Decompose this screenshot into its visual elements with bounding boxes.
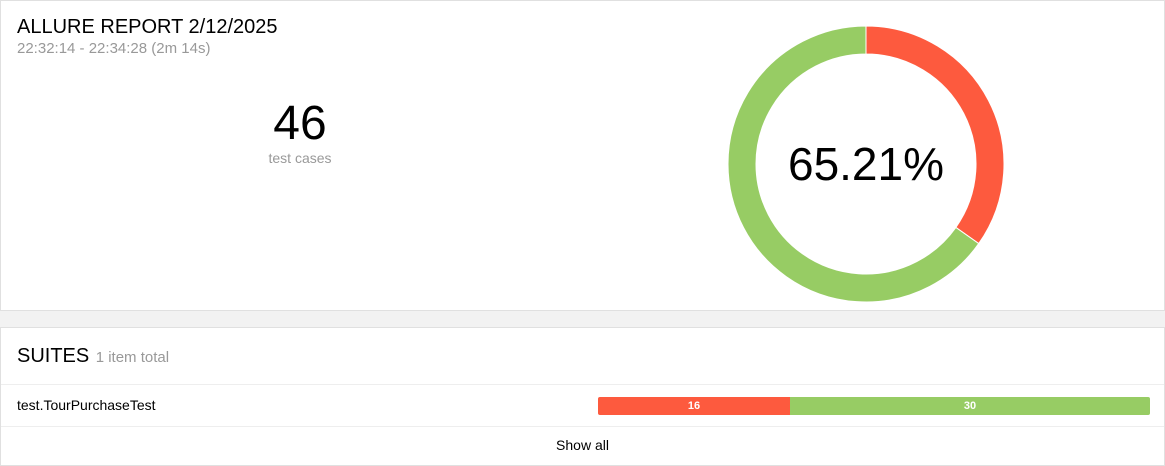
show-all-link[interactable]: Show all [1,437,1164,453]
suites-count: 1 item total [95,349,170,366]
report-time-range: 22:32:14 - 22:34:28 (2m 14s) [17,40,211,57]
table-row[interactable]: test.TourPurchaseTest 16 30 [1,385,1164,426]
summary-widget: ALLURE REPORT 2/12/2025 22:32:14 - 22:34… [0,0,1165,311]
test-case-count-label: test cases [268,150,332,166]
suites-title: SUITES [17,345,90,367]
passed-segment[interactable]: 30 [790,397,1150,415]
report-title: ALLURE REPORT 2/12/2025 [17,16,278,38]
suite-name: test.TourPurchaseTest [17,397,156,413]
suites-widget: SUITES 1 item total test.TourPurchaseTes… [0,327,1165,466]
donut-center-label: 65.21% [787,138,944,190]
suites-header: SUITES 1 item total [17,345,169,368]
divider [1,426,1164,427]
suite-status-bar[interactable]: 16 30 [598,397,1150,415]
test-case-count: 46 [273,97,327,150]
failed-segment[interactable]: 16 [598,397,790,415]
